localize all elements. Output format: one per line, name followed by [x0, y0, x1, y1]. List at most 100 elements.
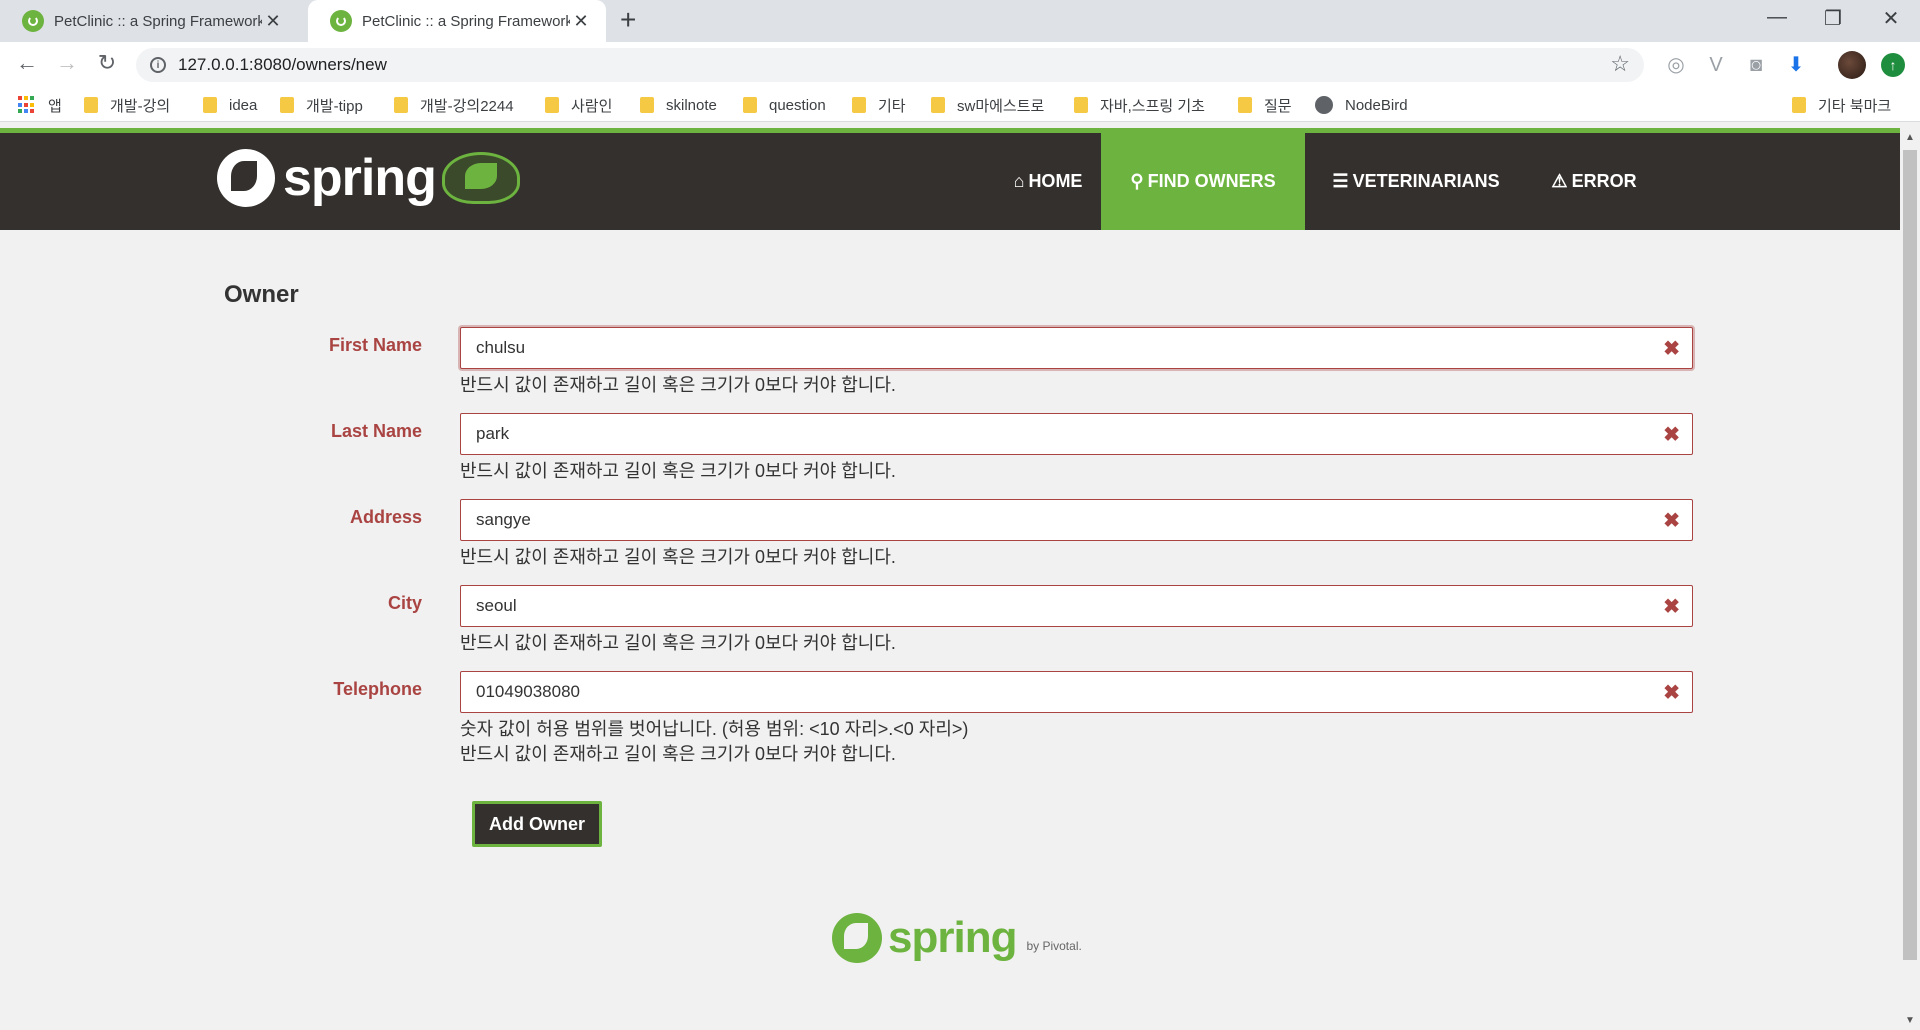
bookmark-folder[interactable]: 개발-tipp: [280, 94, 363, 116]
scroll-up-icon[interactable]: ▲: [1905, 132, 1915, 143]
minimize-icon[interactable]: —: [1762, 6, 1792, 29]
folder-icon: [852, 97, 866, 113]
browser-tab-active[interactable]: PetClinic :: a Spring Framework ✕: [308, 0, 606, 42]
bookmark-label: 사람인: [571, 97, 613, 115]
folder-icon: [280, 97, 294, 113]
bookmarks-bar: 앱 개발-강의 idea 개발-tipp 개발-강의2244 사람인 skiln…: [0, 88, 1920, 122]
last-name-error: 반드시 값이 존재하고 길이 혹은 크기가 0보다 커야 합니다.: [460, 461, 896, 481]
nav-label: Home: [1028, 171, 1083, 191]
address-input[interactable]: [461, 500, 1641, 540]
nav-home[interactable]: ⌂ Home: [981, 133, 1115, 230]
bookmark-folder[interactable]: 자바,스프링 기초: [1074, 94, 1205, 116]
bookmark-label: 질문: [1264, 97, 1292, 115]
browser-toolbar: ← → ↻ i 127.0.0.1:8080/owners/new ☆ ◎ V …: [0, 42, 1920, 88]
bookmark-star-icon[interactable]: ☆: [1610, 51, 1630, 77]
bookmark-label: 기타: [878, 97, 906, 115]
profile-avatar[interactable]: [1838, 51, 1866, 79]
nav-find-owners[interactable]: ⚲ Find owners: [1101, 133, 1305, 230]
bookmark-label: question: [769, 96, 826, 114]
bookmark-folder[interactable]: 질문: [1238, 94, 1292, 116]
update-icon[interactable]: ↑: [1881, 53, 1905, 77]
telephone-error-required: 반드시 값이 존재하고 길이 혹은 크기가 0보다 커야 합니다.: [460, 744, 896, 764]
vimeo-extension-icon[interactable]: V: [1703, 52, 1729, 78]
bookmark-folder[interactable]: idea: [203, 94, 257, 116]
nav-error[interactable]: ⚠ Error: [1527, 133, 1661, 230]
list-icon: ☰: [1332, 171, 1349, 191]
apps-icon: [18, 96, 36, 114]
folder-icon: [84, 97, 98, 113]
page-scrollbar[interactable]: ▲ ▼: [1900, 128, 1920, 1030]
nav-label: Error: [1571, 171, 1637, 191]
footer-by-text: by Pivotal.: [1026, 939, 1082, 953]
bookmark-apps[interactable]: 앱: [18, 94, 62, 116]
first-name-field-wrapper: ✖: [460, 327, 1693, 369]
folder-icon: [640, 97, 654, 113]
city-input[interactable]: [461, 586, 1641, 626]
scrollbar-thumb[interactable]: [1903, 150, 1917, 960]
bookmark-label: 기타 북마크: [1818, 97, 1892, 115]
bookmark-folder[interactable]: question: [743, 94, 826, 116]
reload-icon[interactable]: ↻: [92, 50, 122, 76]
telephone-error-digits: 숫자 값이 허용 범위를 벗어납니다. (허용 범위: <10 자리>.<0 자…: [460, 719, 969, 739]
scroll-down-icon[interactable]: ▼: [1905, 1015, 1915, 1026]
city-error: 반드시 값이 존재하고 길이 혹은 크기가 0보다 커야 합니다.: [460, 633, 896, 653]
add-owner-button[interactable]: Add Owner: [472, 801, 602, 847]
nav-label: Veterinarians: [1352, 171, 1500, 191]
telephone-label: Telephone: [333, 679, 422, 699]
error-x-icon: ✖: [1663, 682, 1680, 704]
telephone-input[interactable]: [461, 672, 1641, 712]
folder-icon: [203, 97, 217, 113]
bookmark-link[interactable]: NodeBird: [1315, 94, 1408, 116]
bookmark-folder[interactable]: skilnote: [640, 94, 717, 116]
error-x-icon: ✖: [1663, 510, 1680, 532]
tab-close-icon[interactable]: ✕: [570, 11, 592, 32]
site-info-icon[interactable]: i: [150, 57, 166, 73]
footer-brand-text: spring: [888, 913, 1017, 962]
spring-badge-icon: [441, 152, 520, 204]
browser-tab-bar: PetClinic :: a Spring Framework ✕ PetCli…: [0, 0, 1920, 42]
folder-icon: [1238, 97, 1252, 113]
bookmark-folder[interactable]: 사람인: [545, 94, 612, 116]
extension-icon[interactable]: ◎: [1663, 52, 1689, 78]
close-window-icon[interactable]: ✕: [1876, 6, 1906, 31]
bookmark-label: 자바,스프링 기초: [1100, 97, 1205, 115]
tab-title: PetClinic :: a Spring Framework: [362, 12, 570, 30]
folder-icon: [743, 97, 757, 113]
first-name-input[interactable]: [461, 328, 1641, 368]
camera-extension-icon[interactable]: ◙: [1743, 52, 1769, 78]
spring-favicon-icon: [330, 10, 352, 32]
spring-leaf-icon: [832, 913, 882, 963]
tab-close-icon[interactable]: ✕: [262, 11, 284, 32]
other-bookmarks[interactable]: 기타 북마크: [1792, 94, 1891, 116]
last-name-input[interactable]: [461, 414, 1641, 454]
address-bar[interactable]: i 127.0.0.1:8080/owners/new ☆: [136, 48, 1644, 82]
address-error: 반드시 값이 존재하고 길이 혹은 크기가 0보다 커야 합니다.: [460, 547, 896, 567]
warning-icon: ⚠: [1551, 171, 1568, 191]
browser-tab[interactable]: PetClinic :: a Spring Framework ✕: [0, 0, 298, 42]
bookmark-label: 개발-강의2244: [420, 97, 514, 115]
restore-icon[interactable]: ❐: [1818, 6, 1848, 31]
bookmark-label: skilnote: [666, 96, 717, 114]
bookmark-folder[interactable]: sw마에스트로: [931, 94, 1044, 116]
back-icon[interactable]: ←: [12, 50, 42, 76]
download-extension-icon[interactable]: ⬇: [1783, 52, 1809, 78]
first-name-error: 반드시 값이 존재하고 길이 혹은 크기가 0보다 커야 합니다.: [460, 375, 896, 395]
last-name-label: Last Name: [330, 421, 422, 441]
city-field-wrapper: ✖: [460, 585, 1693, 627]
error-x-icon: ✖: [1663, 338, 1680, 360]
bookmark-label: sw마에스트로: [957, 97, 1045, 115]
bookmark-label: NodeBird: [1345, 96, 1408, 114]
new-tab-button[interactable]: +: [620, 5, 636, 35]
bookmark-folder[interactable]: 개발-강의: [84, 94, 170, 116]
spring-logo[interactable]: spring: [217, 148, 520, 208]
folder-icon: [931, 97, 945, 113]
brand-text: spring: [283, 149, 437, 207]
page-content: spring ⌂ Home ⚲ Find owners ☰ Veterinari…: [0, 128, 1900, 1030]
form-title: Owner: [224, 281, 299, 308]
forward-icon[interactable]: →: [52, 50, 82, 76]
bookmark-folder[interactable]: 기타: [852, 94, 906, 116]
nav-veterinarians[interactable]: ☰ Veterinarians: [1313, 133, 1519, 230]
error-x-icon: ✖: [1663, 596, 1680, 618]
bookmark-folder[interactable]: 개발-강의2244: [394, 94, 514, 116]
footer-spring-logo: spring by Pivotal.: [832, 913, 1082, 963]
